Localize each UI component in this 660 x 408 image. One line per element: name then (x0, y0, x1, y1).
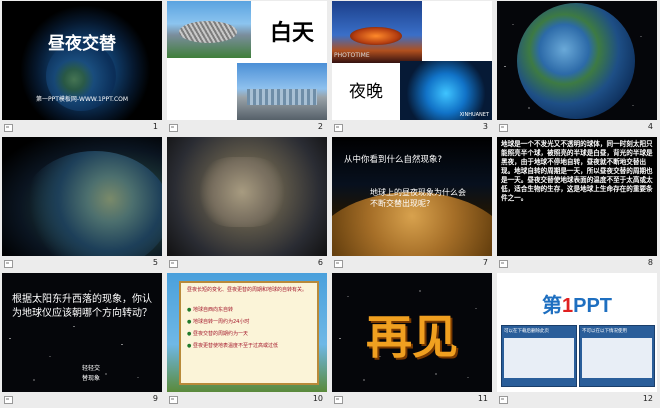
slide-meta: 2 (165, 120, 329, 136)
earth-globe-image (517, 3, 635, 119)
photo-credit: XINHUANET (459, 112, 489, 118)
slide-thumbnail-3[interactable]: PHOTOTIME 夜晚 XINHUANET 3 (330, 0, 494, 136)
slide-thumbnail-8[interactable]: 地球是一个不发光又不透明的球体，同一时刻太阳只能照亮半个球，被照亮的半球是白昼，… (495, 136, 659, 272)
slide-number: 8 (647, 258, 653, 267)
slide-transition-icon (334, 124, 343, 132)
bullet-list: ● 地球自西向东自转 ● 地球自转一周约为24小时 ● 昼夜交替的周期约为一天 … (187, 307, 311, 350)
slide-transition-icon (4, 260, 13, 268)
slide-canvas: 地球是一个不发光又不透明的球体，同一时刻太阳只能照亮半个球，被照亮的半球是白昼，… (497, 137, 657, 256)
stadium-photo (167, 1, 251, 58)
slide-transition-icon (169, 260, 178, 268)
slide-thumbnail-7[interactable]: 从中你看到什么自然现象? 地球上的昼夜现象为什么会不断交替出现呢? 7 (330, 136, 494, 272)
slide-canvas: 根据太阳东升西落的现象，你认为地球仪应该朝哪个方向转动？ 轻轻交 替现象 (2, 273, 162, 392)
slide-number: 7 (482, 258, 488, 267)
day-label: 白天 (269, 21, 314, 46)
slide-canvas: 昼夜交替 第一PPT模板网-WWW.1PPT.COM (2, 1, 162, 120)
slide-thumbnail-2[interactable]: 白天 2 (165, 0, 329, 136)
slide-canvas: 第1PPT 可以在下载后删除此页 不可以在以下情况使用 (497, 273, 657, 392)
slide-text: 根据太阳东升西落的现象，你认为地球仪应该朝哪个方向转动？ (12, 294, 152, 319)
slide-signature-1: 轻轻交 (82, 365, 101, 372)
slide-meta: 7 (330, 256, 494, 272)
earth-surface-image (20, 151, 162, 256)
slide-canvas: 白天 (167, 1, 327, 120)
slide-transition-icon (499, 260, 508, 268)
terrain-image (197, 157, 287, 227)
slide-number: 6 (317, 258, 323, 267)
slide-transition-icon (334, 260, 343, 268)
slide-transition-icon (499, 124, 508, 132)
info-box-right: 不可以在以下情况使用 (579, 325, 655, 387)
slide-transition-icon (499, 396, 508, 404)
slide-transition-icon (169, 396, 178, 404)
slide-thumbnail-6[interactable]: 6 (165, 136, 329, 272)
slide-meta: 5 (0, 256, 164, 272)
slide-number: 5 (152, 258, 158, 267)
slide-title: 昼夜交替 (48, 34, 116, 54)
info-box-heading: 可以在下载后删除此页 (504, 329, 549, 334)
scroll-panel: 昼夜长短的变化、昼夜更替的周期和地球的自转有关。 ● 地球自西向东自转 ● 地球… (179, 281, 319, 385)
slide-thumbnail-10[interactable]: 昼夜长短的变化、昼夜更替的周期和地球的自转有关。 ● 地球自西向东自转 ● 地球… (165, 272, 329, 408)
slide-canvas (2, 137, 162, 256)
night-stadium-photo: PHOTOTIME (332, 1, 422, 63)
slide-signature-2: 替现象 (82, 375, 101, 382)
info-box-left: 可以在下载后删除此页 (501, 325, 577, 387)
slide-number: 2 (317, 122, 323, 131)
slide-meta: 1 (0, 120, 164, 136)
slide-thumbnail-11[interactable]: 再见 11 (330, 272, 494, 408)
slide-number: 9 (152, 394, 158, 403)
slide-thumbnail-4[interactable]: 4 (495, 0, 659, 136)
list-item: ● 昼夜交替的周期约为一天 (187, 331, 311, 338)
slide-meta: 8 (495, 256, 659, 272)
info-box-body (582, 338, 652, 378)
slide-number: 4 (647, 122, 653, 131)
slide-meta: 10 (165, 392, 329, 408)
slide-number: 1 (152, 122, 158, 131)
info-box-heading: 不可以在以下情况使用 (582, 329, 627, 334)
slide-transition-icon (4, 396, 13, 404)
slide-canvas: 昼夜长短的变化、昼夜更替的周期和地球的自转有关。 ● 地球自西向东自转 ● 地球… (167, 273, 327, 392)
slide-transition-icon (334, 396, 343, 404)
list-intro: 昼夜长短的变化、昼夜更替的周期和地球的自转有关。 (187, 287, 308, 293)
slide-subtitle: 第一PPT模板网-WWW.1PPT.COM (35, 96, 129, 103)
goodbye-text: 再见 (366, 310, 458, 364)
slide-thumbnail-9[interactable]: 根据太阳东升西落的现象，你认为地球仪应该朝哪个方向转动？ 轻轻交 替现象 9 (0, 272, 164, 408)
slide-question: 从中你看到什么自然现象? (344, 155, 443, 165)
slide-meta: 9 (0, 392, 164, 408)
slide-meta: 3 (330, 120, 494, 136)
slide-number: 10 (312, 394, 323, 403)
brand-logo: 第1PPT (541, 295, 613, 317)
slide-meta: 12 (495, 392, 659, 408)
slide-thumbnail-12[interactable]: 第1PPT 可以在下载后删除此页 不可以在以下情况使用 12 (495, 272, 659, 408)
list-item: ● 地球自西向东自转 (187, 307, 311, 314)
slide-thumbnail-1[interactable]: 昼夜交替 第一PPT模板网-WWW.1PPT.COM 1 (0, 0, 164, 136)
slide-canvas: 从中你看到什么自然现象? 地球上的昼夜现象为什么会不断交替出现呢? (332, 137, 492, 256)
list-item-text: 地球自转一周约为24小时 (192, 319, 250, 325)
slide-answer: 地球上的昼夜现象为什么会不断交替出现呢? (370, 188, 466, 208)
list-item: ● 昼夜更替使地表温度不至于过高或过低 (187, 343, 311, 350)
slide-thumbnail-5[interactable]: 5 (0, 136, 164, 272)
slide-number: 3 (482, 122, 488, 131)
slide-canvas (497, 1, 657, 120)
slide-number: 12 (642, 394, 653, 403)
info-box-body (504, 338, 574, 378)
list-item-text: 昼夜更替使地表温度不至于过高或过低 (192, 343, 278, 349)
photo-watermark: PHOTOTIME (334, 52, 370, 59)
list-item-text: 昼夜交替的周期约为一天 (192, 331, 248, 337)
watercube-photo (237, 63, 327, 120)
slide-canvas: PHOTOTIME 夜晚 XINHUANET (332, 1, 492, 120)
night-watercube-photo: XINHUANET (400, 61, 492, 120)
slide-body-text: 地球是一个不发光又不透明的球体，同一时刻太阳只能照亮半个球，被照亮的半球是白昼，… (501, 140, 653, 202)
slide-meta: 6 (165, 256, 329, 272)
slide-sorter-grid: 昼夜交替 第一PPT模板网-WWW.1PPT.COM 1 白天 2 PHOTOT… (0, 0, 660, 408)
night-label: 夜晚 (349, 82, 383, 102)
slide-canvas (167, 137, 327, 256)
slide-transition-icon (4, 124, 13, 132)
slide-meta: 4 (495, 120, 659, 136)
slide-number: 11 (477, 394, 488, 403)
list-item-text: 地球自西向东自转 (192, 307, 233, 313)
slide-transition-icon (169, 124, 178, 132)
slide-canvas: 再见 (332, 273, 492, 392)
list-item: ● 地球自转一周约为24小时 (187, 319, 311, 326)
slide-meta: 11 (330, 392, 494, 408)
